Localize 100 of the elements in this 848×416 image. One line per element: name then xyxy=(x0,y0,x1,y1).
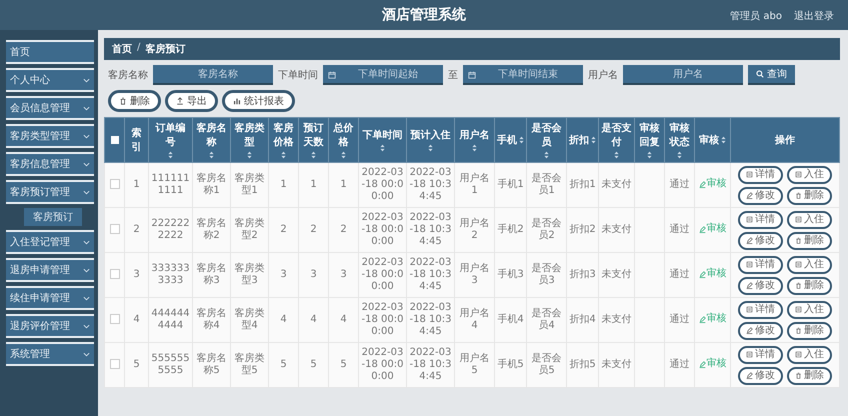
sidebar-item[interactable]: 客房类型管理 xyxy=(6,124,94,148)
column-header[interactable]: 客房价格 xyxy=(268,118,298,162)
detail-button[interactable]: 详情 xyxy=(738,256,783,274)
detail-button[interactable]: 详情 xyxy=(738,166,783,184)
row-checkbox[interactable] xyxy=(110,359,120,370)
row-checkbox[interactable] xyxy=(110,224,120,234)
column-header[interactable]: 是否支付 xyxy=(598,118,634,162)
column-header[interactable]: 订单编号 xyxy=(148,118,192,162)
sort-icon xyxy=(591,136,596,144)
document-icon xyxy=(746,216,753,223)
status-cell: 通过 xyxy=(664,162,694,208)
document-icon xyxy=(795,306,802,313)
logout-link[interactable]: 退出登录 xyxy=(794,9,834,23)
document-icon xyxy=(795,351,802,358)
column-header[interactable]: 审核状态 xyxy=(664,118,694,162)
delete-button[interactable]: 删除 xyxy=(787,366,832,384)
column-header[interactable]: 索引 xyxy=(124,118,148,162)
delete-button[interactable]: 删除 xyxy=(787,232,832,250)
column-header[interactable]: 用户名 xyxy=(454,118,494,162)
checkin-button[interactable]: 入住 xyxy=(787,300,832,318)
room-price-cell: 5 xyxy=(268,342,298,388)
edit-button[interactable]: 修改 xyxy=(738,186,783,204)
column-header[interactable]: 预计入住 xyxy=(406,118,454,162)
trash-icon xyxy=(795,237,802,244)
column-header[interactable]: 是否会员 xyxy=(526,118,566,162)
order-number-cell: 1111111111 xyxy=(148,162,192,208)
username-cell: 用户名5 xyxy=(454,342,494,388)
column-header[interactable]: 操作 xyxy=(730,118,840,162)
column-header[interactable]: 客房类型 xyxy=(230,118,268,162)
export-button[interactable]: 导出 xyxy=(165,90,218,112)
trash-icon xyxy=(795,192,802,199)
delete-button[interactable]: 删除 xyxy=(787,186,832,204)
sidebar-item[interactable]: 系统管理 xyxy=(6,342,94,366)
sidebar-item[interactable]: 退房申请管理 xyxy=(6,258,94,282)
column-header[interactable]: 总价格 xyxy=(328,118,358,162)
sort-icon xyxy=(677,151,682,159)
sidebar-item[interactable]: 续住申请管理 xyxy=(6,286,94,310)
sidebar-item[interactable]: 退房评价管理 xyxy=(6,314,94,338)
document-icon xyxy=(746,351,753,358)
sort-icon xyxy=(519,136,524,144)
room-type-cell: 客房类型5 xyxy=(230,342,268,388)
search-field[interactable]: 客房名称 xyxy=(153,65,273,85)
delete-button[interactable]: 删除 xyxy=(787,322,832,340)
search-button[interactable]: 查询 xyxy=(748,65,795,85)
pencil-icon xyxy=(746,237,753,244)
search-field[interactable]: 用户名 xyxy=(623,65,743,85)
field-label: 至 xyxy=(448,69,458,82)
phone-cell: 手机5 xyxy=(494,342,526,388)
column-header[interactable]: 审核回复 xyxy=(634,118,664,162)
trash-icon xyxy=(795,372,802,379)
sidebar-item[interactable]: 首页 xyxy=(6,40,94,64)
chevron-down-icon xyxy=(83,162,90,166)
breadcrumb-link[interactable]: 客房预订 xyxy=(145,42,186,56)
edit-button[interactable]: 修改 xyxy=(738,366,783,384)
index-cell: 5 xyxy=(124,342,148,388)
checkin-time-cell: 2022-03-18 10:34:45 xyxy=(406,298,454,342)
checkin-button[interactable]: 入住 xyxy=(787,346,832,364)
select-all-checkbox[interactable] xyxy=(110,136,118,144)
sidebar-item[interactable]: 客房预订管理 xyxy=(6,180,94,204)
checkin-button[interactable]: 入住 xyxy=(787,210,832,228)
sidebar-item[interactable]: 客房信息管理 xyxy=(6,152,94,176)
total-price-cell: 4 xyxy=(328,298,358,342)
checkin-button[interactable]: 入住 xyxy=(787,256,832,274)
search-icon xyxy=(756,70,764,78)
booking-days-cell: 2 xyxy=(298,208,328,252)
chevron-down-icon xyxy=(83,78,90,82)
edit-button[interactable]: 修改 xyxy=(738,232,783,250)
reply-cell xyxy=(634,162,664,208)
row-checkbox[interactable] xyxy=(110,179,120,190)
column-header[interactable]: 折扣 xyxy=(566,118,598,162)
edit-button[interactable]: 修改 xyxy=(738,276,783,294)
search-field[interactable]: 下单时间起始 xyxy=(323,65,443,85)
row-checkbox[interactable] xyxy=(110,314,120,324)
room-type-cell: 客房类型4 xyxy=(230,298,268,342)
column-header[interactable]: 客房名称 xyxy=(192,118,230,162)
username-cell: 用户名1 xyxy=(454,162,494,208)
column-header[interactable]: 下单时间 xyxy=(358,118,406,162)
column-header[interactable]: 预订天数 xyxy=(298,118,328,162)
checkin-button[interactable]: 入住 xyxy=(787,166,832,184)
detail-button[interactable]: 详情 xyxy=(738,210,783,228)
sidebar-subitem[interactable]: 客房预订 xyxy=(24,208,82,226)
report-button[interactable]: 统计报表 xyxy=(222,90,295,112)
room-type-cell: 客房类型3 xyxy=(230,252,268,298)
delete-button[interactable]: 删除 xyxy=(108,90,161,112)
sidebar-item[interactable]: 入住登记管理 xyxy=(6,230,94,254)
detail-button[interactable]: 详情 xyxy=(738,346,783,364)
search-field[interactable]: 下单时间结束 xyxy=(463,65,583,85)
app-title: 酒店管理系统 xyxy=(382,6,466,24)
order-time-cell: 2022-03-18 00:00:00 xyxy=(358,252,406,298)
sidebar-item[interactable]: 会员信息管理 xyxy=(6,96,94,120)
sidebar-item[interactable]: 个人中心 xyxy=(6,68,94,92)
row-checkbox[interactable] xyxy=(110,269,120,280)
delete-button[interactable]: 删除 xyxy=(787,276,832,294)
order-time-cell: 2022-03-18 00:00:00 xyxy=(358,208,406,252)
breadcrumb-link[interactable]: 首页 xyxy=(112,42,132,56)
edit-button[interactable]: 修改 xyxy=(738,322,783,340)
column-header[interactable]: 审核 xyxy=(694,118,730,162)
column-header[interactable]: 手机 xyxy=(494,118,526,162)
detail-button[interactable]: 详情 xyxy=(738,300,783,318)
chevron-down-icon xyxy=(83,134,90,138)
